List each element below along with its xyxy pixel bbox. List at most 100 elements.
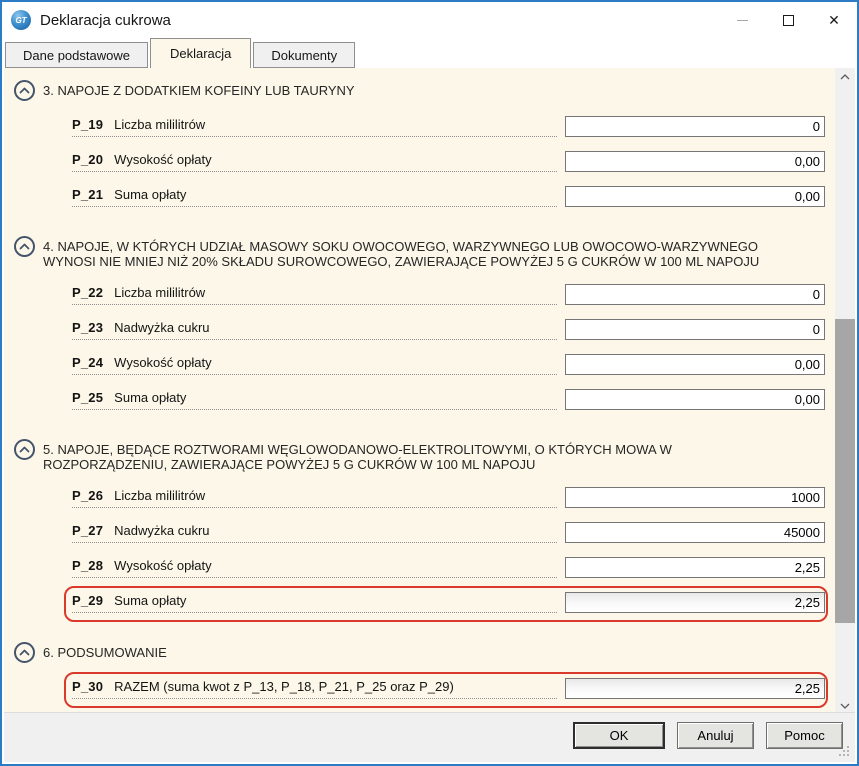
scroll-up-icon[interactable] — [835, 68, 855, 85]
field-row-p21: P_21 Suma opłaty — [70, 177, 825, 212]
collapse-icon[interactable] — [14, 642, 35, 663]
field-row-p28: P_28 Wysokość opłaty — [70, 548, 825, 583]
dotted-leader — [72, 409, 557, 410]
dialog-window: GT Deklaracja cukrowa ✕ Dane podstawowe … — [0, 0, 859, 766]
section-title: 3. NAPOJE Z DODATKIEM KOFEINY LUB TAURYN… — [43, 83, 355, 98]
field-row-p20: P_20 Wysokość opłaty — [70, 142, 825, 177]
dotted-leader — [72, 698, 557, 699]
dotted-leader — [72, 577, 557, 578]
dotted-leader — [72, 206, 557, 207]
resize-grip[interactable] — [847, 754, 849, 756]
field-code: P_22 — [72, 285, 104, 300]
field-label-wrap: P_22 Liczba mililitrów — [72, 285, 205, 300]
section-rows-6: P_30 RAZEM (suma kwot z P_13, P_18, P_21,… — [64, 669, 828, 714]
field-label: Wysokość opłaty — [114, 152, 212, 167]
close-icon: ✕ — [828, 12, 840, 28]
window-controls: ✕ — [719, 2, 857, 38]
collapse-icon[interactable] — [14, 80, 35, 101]
field-label: RAZEM (suma kwot z P_13, P_18, P_21, P_2… — [114, 679, 454, 694]
minimize-button — [719, 2, 765, 38]
section-rows-5: P_26 Liczba mililitrów P_27 Nadwyżka cukru… — [64, 478, 828, 622]
field-label: Liczba mililitrów — [114, 488, 206, 503]
field-code: P_23 — [72, 320, 104, 335]
field-row-p30-highlighted: P_30 RAZEM (suma kwot z P_13, P_18, P_21,… — [64, 669, 828, 708]
cancel-button[interactable]: Anuluj — [677, 722, 754, 749]
dotted-leader — [72, 374, 557, 375]
field-code: P_25 — [72, 390, 104, 405]
section-title: 5. NAPOJE, BĘDĄCE ROZTWORAMI WĘGLOWODANO… — [43, 442, 672, 472]
field-label: Nadwyżka cukru — [114, 320, 210, 335]
section-header-5: 5. NAPOJE, BĘDĄCE ROZTWORAMI WĘGLOWODANO… — [14, 439, 825, 472]
field-code: P_28 — [72, 558, 104, 573]
field-row-p25: P_25 Suma opłaty — [70, 380, 825, 415]
collapse-icon[interactable] — [14, 439, 35, 460]
app-gt-icon: GT — [11, 10, 31, 30]
field-input-p19[interactable] — [565, 116, 825, 137]
field-label-wrap: P_21 Suma opłaty — [72, 187, 186, 202]
tab-dokumenty[interactable]: Dokumenty — [253, 42, 356, 68]
field-code: P_30 — [72, 679, 104, 694]
field-input-p22[interactable] — [565, 284, 825, 305]
field-label: Wysokość opłaty — [114, 355, 212, 370]
field-label-wrap: P_23 Nadwyżka cukru — [72, 320, 210, 335]
field-input-p28[interactable] — [565, 557, 825, 578]
section-header-3: 3. NAPOJE Z DODATKIEM KOFEINY LUB TAURYN… — [14, 80, 825, 101]
section-rows-3: P_19 Liczba mililitrów P_20 Wysokość opłat… — [70, 107, 825, 212]
tab-deklaracja[interactable]: Deklaracja — [149, 38, 252, 68]
field-label: Suma opłaty — [114, 390, 187, 405]
field-code: P_21 — [72, 187, 104, 202]
field-code: P_27 — [72, 523, 104, 538]
field-input-p29[interactable] — [565, 592, 825, 613]
field-input-p26[interactable] — [565, 487, 825, 508]
field-label: Suma opłaty — [114, 187, 187, 202]
maximize-button[interactable] — [765, 2, 811, 38]
minimize-icon — [736, 19, 748, 21]
field-label-wrap: P_27 Nadwyżka cukru — [72, 523, 210, 538]
field-label-wrap: P_30 RAZEM (suma kwot z P_13, P_18, P_21,… — [72, 679, 454, 694]
field-input-p25[interactable] — [565, 389, 825, 410]
field-input-p27[interactable] — [565, 522, 825, 543]
field-row-p29-highlighted: P_29 Suma opłaty — [64, 583, 828, 622]
field-code: P_19 — [72, 117, 104, 132]
field-label-wrap: P_29 Suma opłaty — [72, 593, 186, 608]
field-label: Nadwyżka cukru — [114, 523, 210, 538]
field-label-wrap: P_20 Wysokość opłaty — [72, 152, 212, 167]
field-label-wrap: P_28 Wysokość opłaty — [72, 558, 212, 573]
footer-bar: OK Anuluj Pomoc — [4, 712, 855, 762]
field-code: P_20 — [72, 152, 104, 167]
vertical-scrollbar[interactable] — [835, 68, 855, 714]
field-label-wrap: P_25 Suma opłaty — [72, 390, 186, 405]
dotted-leader — [72, 136, 557, 137]
field-row-p27: P_27 Nadwyżka cukru — [70, 513, 825, 548]
help-button[interactable]: Pomoc — [766, 722, 843, 749]
section-header-6: 6. PODSUMOWANIE — [14, 642, 825, 663]
field-label-wrap: P_19 Liczba mililitrów — [72, 117, 205, 132]
dotted-leader — [72, 612, 557, 613]
field-input-p30[interactable] — [565, 678, 825, 699]
collapse-icon[interactable] — [14, 236, 35, 257]
dotted-leader — [72, 507, 557, 508]
field-code: P_24 — [72, 355, 104, 370]
field-input-p21[interactable] — [565, 186, 825, 207]
field-label-wrap: P_24 Wysokość opłaty — [72, 355, 212, 370]
section-rows-4: P_22 Liczba mililitrów P_23 Nadwyżka cukru… — [70, 275, 825, 415]
scrollbar-thumb[interactable] — [835, 319, 855, 623]
field-row-p22: P_22 Liczba mililitrów — [70, 275, 825, 310]
field-code: P_26 — [72, 488, 104, 503]
field-row-p26: P_26 Liczba mililitrów — [70, 478, 825, 513]
window-title: Deklaracja cukrowa — [40, 11, 171, 29]
form-content: 3. NAPOJE Z DODATKIEM KOFEINY LUB TAURYN… — [4, 68, 855, 714]
dotted-leader — [72, 542, 557, 543]
tab-dane-podstawowe[interactable]: Dane podstawowe — [5, 42, 148, 68]
field-input-p23[interactable] — [565, 319, 825, 340]
ok-button[interactable]: OK — [573, 722, 665, 749]
field-row-p19: P_19 Liczba mililitrów — [70, 107, 825, 142]
field-label: Liczba mililitrów — [114, 117, 206, 132]
form-pane: 3. NAPOJE Z DODATKIEM KOFEINY LUB TAURYN… — [4, 68, 835, 714]
field-label: Wysokość opłaty — [114, 558, 212, 573]
field-input-p24[interactable] — [565, 354, 825, 375]
field-row-p24: P_24 Wysokość opłaty — [70, 345, 825, 380]
tab-strip: Dane podstawowe Deklaracja Dokumenty — [2, 38, 857, 68]
field-input-p20[interactable] — [565, 151, 825, 172]
close-button[interactable]: ✕ — [811, 2, 857, 38]
